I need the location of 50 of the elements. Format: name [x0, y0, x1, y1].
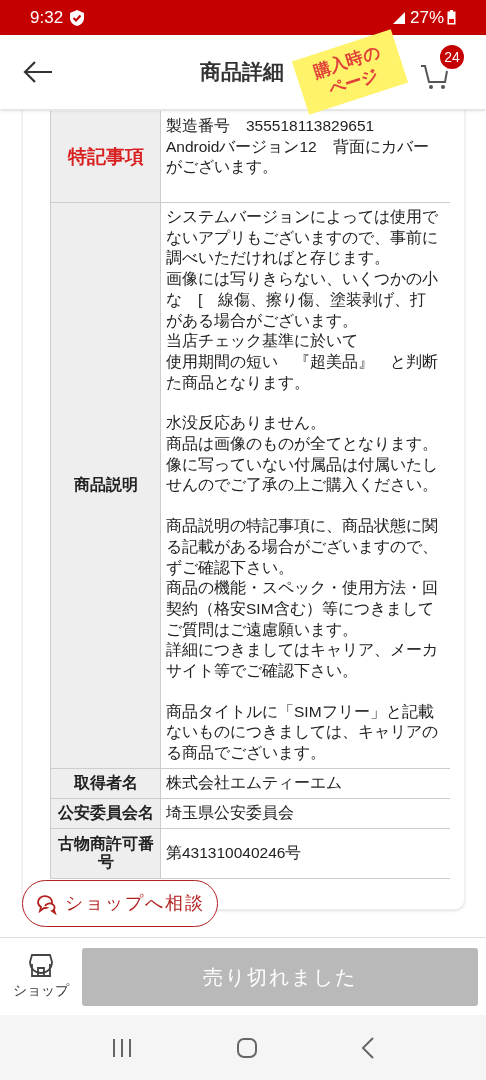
description-line: ないものにつきましては、キャリアの — [166, 722, 439, 743]
description-line: がございます。 — [166, 157, 279, 178]
description-line: る商品でございます。 — [166, 743, 327, 764]
description-line: 埼玉県公安委員会 — [166, 803, 295, 823]
description-line: 契約（格安SIM含む）等につきまして — [166, 598, 435, 619]
home-button[interactable] — [236, 1036, 258, 1059]
description-line: ずご確認下さい。 — [166, 557, 295, 578]
description-line: ご質問はご遠慮願います。 — [166, 619, 359, 640]
cart-count-badge: 24 — [440, 45, 464, 69]
row-label: 商品説明 — [51, 203, 161, 768]
battery-percent: 27% — [409, 6, 444, 29]
description-line: 使用期間の短い 『超美品』 と判断 — [166, 351, 439, 372]
description-line: がある場合がございます。 — [166, 310, 359, 331]
description-line: 商品説明の特記事項に、商品状態に関 — [166, 516, 439, 537]
description-line: システムバージョンによっては使用で — [166, 207, 439, 227]
description-line: 株式会社エムティーエム — [166, 773, 343, 793]
description-line: 像に写っていない付属品は付属いたし — [166, 454, 439, 475]
description-line: 第431310040246号 — [166, 843, 303, 863]
description-line: Androidバージョン12 背面にカバー — [166, 136, 430, 157]
cart-button[interactable]: 24 — [420, 45, 464, 91]
battery-icon — [447, 10, 456, 25]
shield-icon — [69, 8, 86, 27]
description-line: 商品タイトルに「SIMフリー」と記載 — [166, 701, 435, 722]
description-line: 詳細につきましてはキャリア、メーカ — [166, 640, 439, 661]
row-label: 公安委員会名 — [51, 798, 161, 828]
row-label: 古物商許可番号 — [51, 828, 161, 878]
storefront-icon — [28, 952, 54, 978]
description-line: せんのでご了承の上ご購入ください。 — [166, 475, 439, 496]
signal-icon — [391, 10, 406, 25]
back-button[interactable] — [22, 60, 54, 84]
description-line: 水没反応ありません。 — [166, 413, 327, 434]
description-line: 画像には写りきらない、いくつかの小 — [166, 269, 439, 290]
recent-apps-button[interactable] — [111, 1037, 134, 1058]
description-line: ないアプリもございますので、事前に — [166, 227, 439, 248]
description-line: た商品となります。 — [166, 372, 311, 393]
back-nav-button[interactable] — [360, 1036, 375, 1059]
consult-shop-button[interactable]: ショップへ相談 — [22, 880, 218, 927]
description-line: 調べいただければと存じます。 — [166, 248, 391, 269]
row-label: 取得者名 — [51, 768, 161, 798]
description-line: 当店チェック基準に於いて — [166, 331, 359, 352]
description-line: る記載がある場合がございますので、 — [166, 536, 439, 557]
description-line: サイト等でご確認下さい。 — [166, 661, 359, 682]
description-line: 商品の機能・スペック・使用方法・回 — [166, 578, 439, 599]
page-title: 商品詳細 — [200, 59, 284, 86]
description-line: な [ 線傷、擦り傷、塗装剥げ、打 — [166, 289, 428, 310]
clock: 9:32 — [30, 6, 64, 29]
shop-button[interactable]: ショップ — [8, 952, 74, 1001]
row-label: 特記事項 — [51, 111, 161, 202]
description-line: 製造番号 355518113829651 — [166, 116, 376, 136]
description-line: 商品は画像のものが全てとなります。 — [166, 434, 439, 455]
